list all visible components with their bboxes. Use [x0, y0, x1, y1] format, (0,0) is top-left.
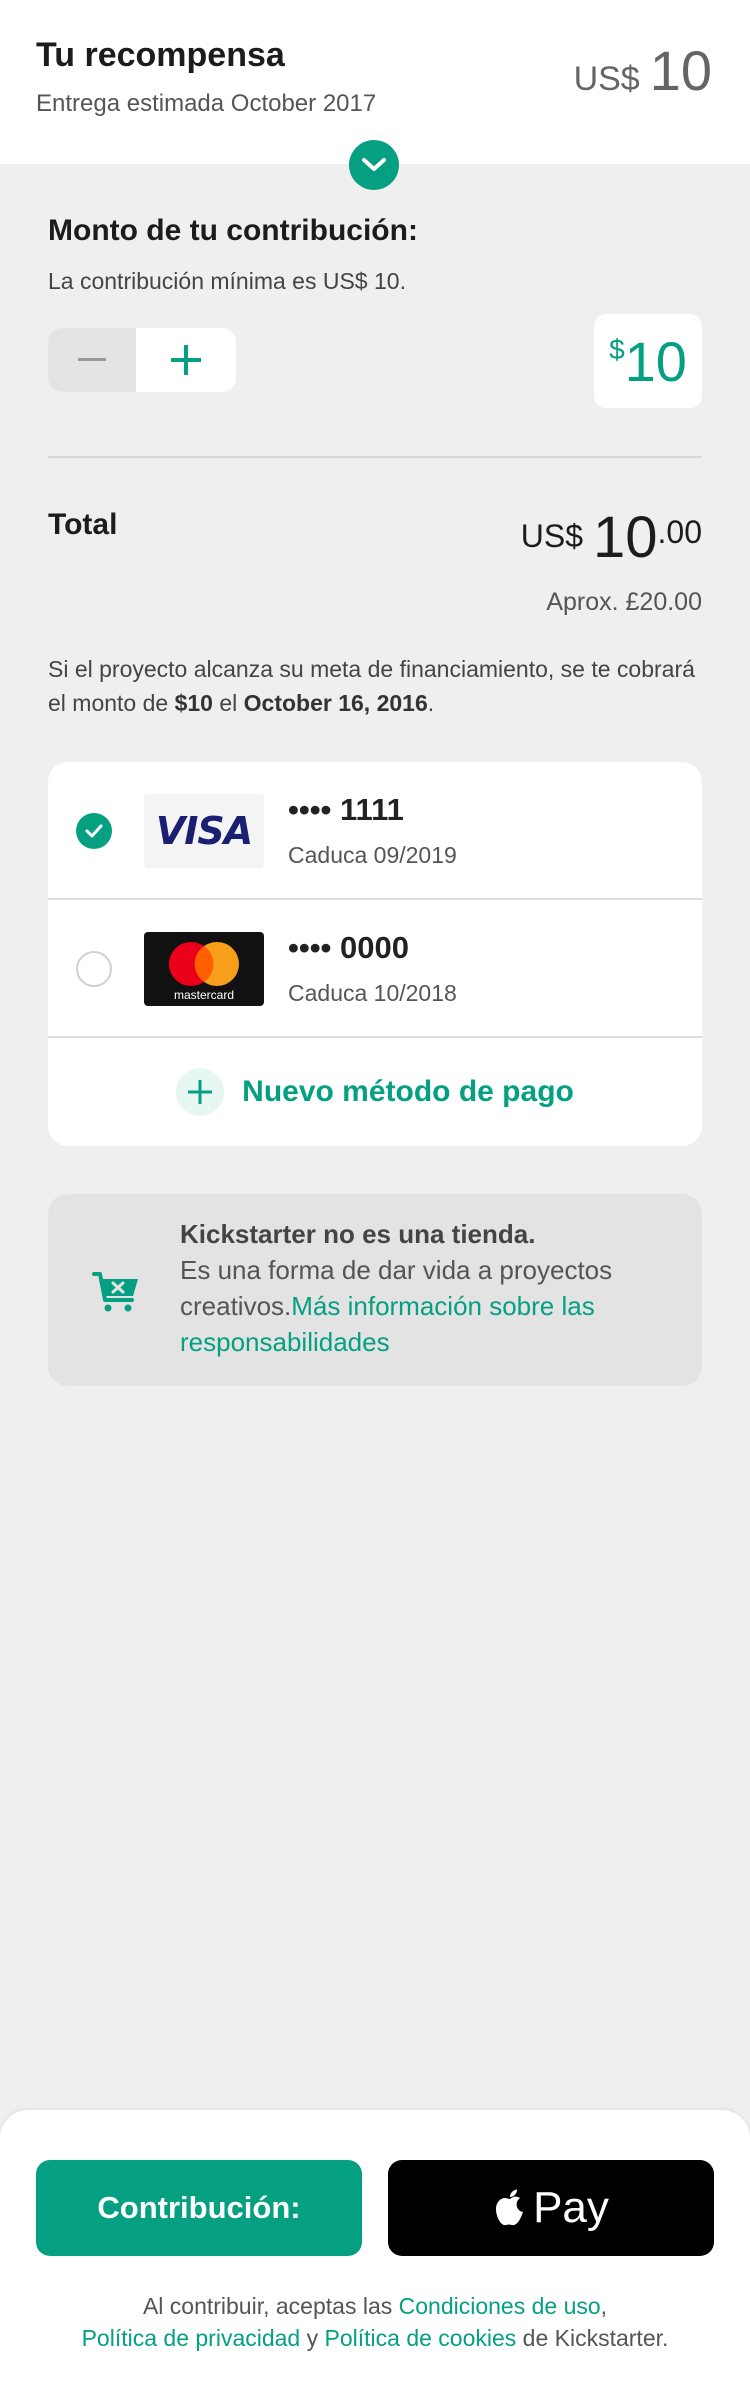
total-label: Total: [48, 508, 118, 541]
apple-pay-button[interactable]: Pay: [388, 2160, 714, 2256]
mastercard-icon: mastercard: [169, 942, 239, 1002]
apple-logo-icon: [496, 2189, 524, 2226]
amount-currency-symbol: $: [609, 334, 625, 365]
cart-x-icon: [92, 1272, 138, 1312]
info-text: Kickstarter no es una tienda. Es una form…: [180, 1216, 660, 1360]
not-a-store-notice: Kickstarter no es una tienda. Es una form…: [48, 1194, 702, 1386]
payment-method-mastercard[interactable]: mastercard •••• 0000 Caduca 10/2018: [48, 900, 702, 1038]
notice-amount: $10: [174, 690, 213, 716]
visa-logo: VISA: [144, 794, 264, 868]
total-cents: .00: [657, 514, 702, 550]
terms-prefix: Al contribuir, aceptas las: [142, 2293, 399, 2319]
plus-icon: [176, 1068, 225, 1116]
apple-pay-label: Pay: [533, 2183, 609, 2232]
reward-price: US$ 10: [574, 38, 712, 103]
radio-selected[interactable]: [76, 813, 112, 849]
cookie-policy-link[interactable]: Política de cookies: [325, 2325, 517, 2351]
expand-reward-button[interactable]: [349, 140, 399, 190]
minus-icon: [78, 358, 106, 361]
amount-value: 10: [624, 329, 687, 393]
terms-of-use-link[interactable]: Condiciones de uso: [399, 2293, 601, 2319]
notice-date: October 16, 2016: [243, 690, 428, 716]
mastercard-logo: mastercard: [144, 932, 264, 1006]
terms-comma: ,: [600, 2293, 608, 2319]
reward-delivery: Entrega estimada October 2017: [36, 90, 377, 117]
pledge-button[interactable]: Contribución:: [36, 2160, 362, 2256]
payment-methods-card: VISA •••• 1111 Caduca 09/2019 mastercard…: [48, 762, 702, 1146]
radio-unselected[interactable]: [76, 951, 112, 987]
card-expiry: Caduca 10/2018: [288, 980, 457, 1006]
divider: [48, 456, 702, 458]
privacy-policy-link[interactable]: Política de privacidad: [82, 2325, 301, 2351]
total-currency: US$: [520, 518, 583, 554]
card-number: •••• 0000: [288, 930, 409, 965]
terms-text: Al contribuir, aceptas las Condiciones d…: [60, 2290, 690, 2354]
pledge-sheet: Contribución: Pay Al contribuir, aceptas…: [0, 2110, 750, 2400]
notice-middle: el: [212, 690, 244, 716]
pledge-amount-input[interactable]: $ 10: [594, 314, 702, 408]
card-expiry: Caduca 09/2019: [288, 842, 457, 868]
increment-button[interactable]: [136, 328, 236, 392]
pledge-amount-label: Monto de tu contribución:: [48, 214, 418, 247]
add-payment-method-button[interactable]: Nuevo método de pago: [48, 1038, 702, 1146]
info-title: Kickstarter no es una tienda.: [180, 1219, 536, 1249]
chevron-down-icon: [362, 158, 386, 171]
reward-amount: 10: [649, 39, 712, 102]
total-amount: US$ 10 .00: [521, 506, 702, 570]
pledge-minimum-text: La contribución mínima es US$ 10.: [48, 268, 406, 294]
total-whole: 10: [593, 505, 658, 570]
check-icon: [85, 824, 103, 838]
total-approx: Aprox. £20.00: [546, 588, 702, 616]
terms-suffix: de Kickstarter.: [516, 2325, 669, 2351]
notice-suffix: .: [427, 690, 435, 716]
add-payment-label: Nuevo método de pago: [242, 1075, 574, 1108]
reward-title: Tu recompensa: [36, 36, 285, 74]
payment-method-visa[interactable]: VISA •••• 1111 Caduca 09/2019: [48, 762, 702, 900]
plus-icon: [171, 345, 201, 375]
decrement-button[interactable]: [48, 328, 136, 392]
reward-currency: US$: [573, 60, 640, 98]
svg-text:mastercard: mastercard: [174, 988, 234, 1002]
terms-and: y: [300, 2325, 325, 2351]
charge-notice: Si el proyecto alcanza su meta de financ…: [48, 652, 708, 720]
amount-stepper: [48, 328, 236, 392]
card-number: •••• 1111: [288, 792, 404, 827]
